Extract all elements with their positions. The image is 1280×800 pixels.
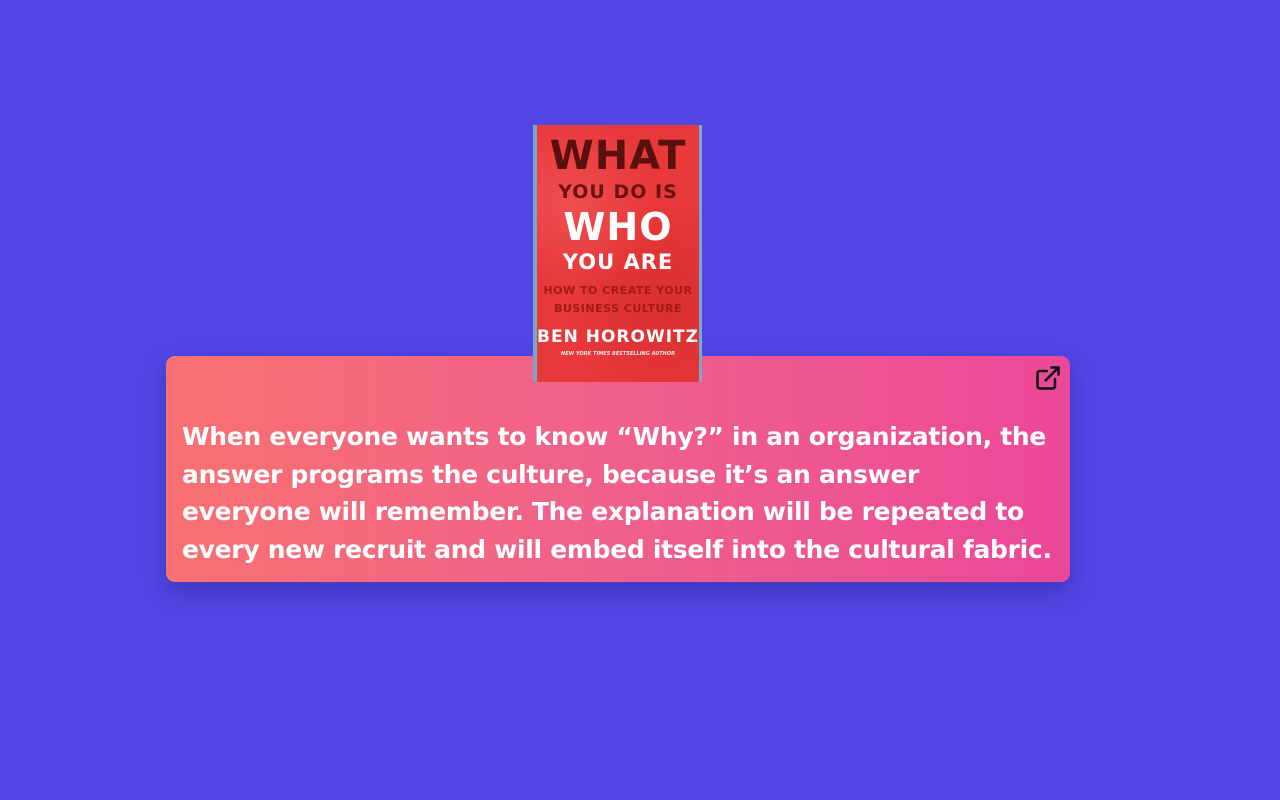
cover-title-line-2: YOU DO IS [558,181,678,203]
open-link-button[interactable] [1034,364,1062,392]
cover-author: BEN HOROWITZ [537,327,699,347]
cover-tagline: NEW YORK TIMES BESTSELLING AUTHOR [561,351,675,357]
book-cover-image: WHAT YOU DO IS WHO YOU ARE HOW TO CREATE… [533,125,702,382]
cover-title-line-1: WHAT [549,133,687,179]
quote-text: When everyone wants to know “Why?” in an… [182,422,1052,564]
page-background: When everyone wants to know “Why?” in an… [0,0,1280,800]
cover-title-line-3: WHO [563,205,673,249]
cover-title-line-4: YOU ARE [562,250,674,274]
quote-card: When everyone wants to know “Why?” in an… [166,356,1070,582]
cover-subtitle-line-1: HOW TO CREATE YOUR [543,284,693,297]
cover-subtitle-line-2: BUSINESS CULTURE [554,302,682,315]
external-link-icon [1036,366,1060,390]
